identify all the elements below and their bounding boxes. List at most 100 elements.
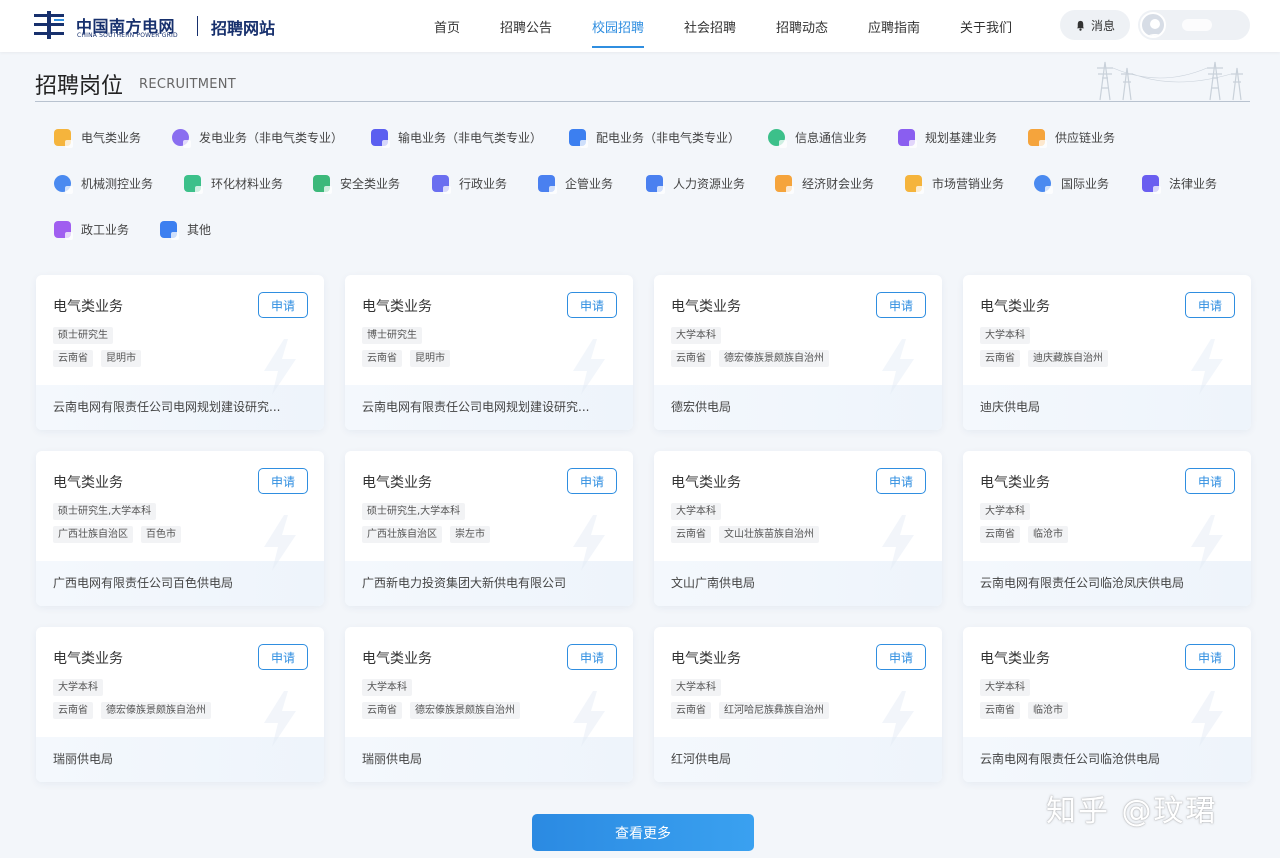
- nav-announcements[interactable]: 招聘公告: [500, 17, 552, 36]
- job-title: 电气类业务: [53, 299, 123, 315]
- category-finance[interactable]: 经济财会业务: [775, 172, 874, 194]
- legal-category-icon: [1142, 174, 1161, 194]
- province-tag: 云南省: [980, 350, 1020, 367]
- category-environment-materials[interactable]: 环化材料业务: [184, 172, 283, 194]
- political-work-category-icon: [54, 220, 73, 240]
- job-title: 电气类业务: [671, 651, 741, 667]
- username-redacted: [1182, 19, 1212, 31]
- job-card[interactable]: 电气类业务 申请 大学本科 云南省 临沧市 云南电网有限责任公司临沧凤庆供电局: [963, 451, 1251, 606]
- environment-category-icon: [184, 174, 203, 194]
- category-administration[interactable]: 行政业务: [432, 172, 507, 194]
- job-card[interactable]: 电气类业务 申请 硕士研究生 云南省 昆明市 云南电网有限责任公司电网规划建设研究...: [36, 275, 324, 430]
- job-title: 电气类业务: [980, 475, 1050, 491]
- nav-recruitment-news[interactable]: 招聘动态: [776, 17, 828, 36]
- category-planning-construction[interactable]: 规划基建业务: [898, 126, 997, 148]
- category-legal[interactable]: 法律业务: [1142, 172, 1217, 194]
- apply-button[interactable]: 申请: [258, 468, 308, 494]
- city-tag: 崇左市: [450, 526, 490, 543]
- title-divider: [35, 101, 1250, 102]
- category-safety[interactable]: 安全类业务: [313, 172, 400, 194]
- apply-button[interactable]: 申请: [258, 292, 308, 318]
- job-card[interactable]: 电气类业务 申请 大学本科 云南省 迪庆藏族自治州 迪庆供电局: [963, 275, 1251, 430]
- category-ict[interactable]: 信息通信业务: [768, 126, 867, 148]
- category-other[interactable]: 其他: [160, 218, 211, 240]
- job-title: 电气类业务: [671, 299, 741, 315]
- nav-campus-recruitment[interactable]: 校园招聘: [592, 17, 644, 36]
- category-label: 环化材料业务: [211, 176, 284, 191]
- active-nav-indicator: [592, 46, 644, 48]
- education-tag: 硕士研究生: [53, 327, 113, 344]
- organization-name: 云南电网有限责任公司电网规划建设研究...: [362, 400, 590, 414]
- power-generation-category-icon: [172, 128, 191, 148]
- lightning-bolt-icon: [567, 689, 611, 749]
- category-political-work[interactable]: 政工业务: [54, 218, 129, 240]
- apply-button[interactable]: 申请: [258, 644, 308, 670]
- nav-application-guide[interactable]: 应聘指南: [868, 17, 920, 36]
- apply-button[interactable]: 申请: [567, 292, 617, 318]
- marketing-category-icon: [905, 174, 924, 194]
- job-card[interactable]: 电气类业务 申请 大学本科 云南省 德宏傣族景颇族自治州 瑞丽供电局: [36, 627, 324, 782]
- csg-logo-icon[interactable]: [34, 11, 64, 39]
- organization-name: 迪庆供电局: [980, 400, 1041, 414]
- city-tag: 迪庆藏族自治州: [1028, 350, 1108, 367]
- category-power-generation[interactable]: 发电业务（非电气类专业）: [172, 126, 343, 148]
- apply-button[interactable]: 申请: [876, 468, 926, 494]
- organization-name: 云南电网有限责任公司临沧供电局: [980, 752, 1161, 766]
- category-marketing[interactable]: 市场营销业务: [905, 172, 1004, 194]
- watermark: 知乎 @玟珺: [1046, 794, 1218, 829]
- job-card[interactable]: 电气类业务 申请 硕士研究生,大学本科 广西壮族自治区 崇左市 广西新电力投资集团大新供电…: [345, 451, 633, 606]
- lightning-bolt-icon: [876, 689, 920, 749]
- category-label: 经济财会业务: [802, 176, 875, 191]
- category-international[interactable]: 国际业务: [1034, 172, 1109, 194]
- organization-name: 文山广南供电局: [671, 576, 756, 590]
- apply-button[interactable]: 申请: [876, 292, 926, 318]
- load-more-button[interactable]: 查看更多: [532, 814, 754, 851]
- category-electrical[interactable]: 电气类业务: [54, 126, 141, 148]
- nav-about-us[interactable]: 关于我们: [960, 17, 1012, 36]
- category-label: 政工业务: [81, 222, 130, 237]
- category-human-resources[interactable]: 人力资源业务: [646, 172, 745, 194]
- lightning-bolt-icon: [1185, 337, 1229, 397]
- apply-button[interactable]: 申请: [1185, 468, 1235, 494]
- top-header: 中国南方电网 CHINA SOUTHERN POWER GRID 招聘网站 首页…: [0, 0, 1280, 52]
- education-tag: 硕士研究生,大学本科: [53, 503, 157, 520]
- category-label: 供应链业务: [1055, 130, 1116, 145]
- category-supply-chain[interactable]: 供应链业务: [1028, 126, 1115, 148]
- job-card[interactable]: 电气类业务 申请 硕士研究生,大学本科 广西壮族自治区 百色市 广西电网有限责任公司百色供…: [36, 451, 324, 606]
- category-label: 机械测控业务: [81, 176, 154, 191]
- apply-button[interactable]: 申请: [567, 468, 617, 494]
- messages-button[interactable]: 消息: [1060, 10, 1130, 40]
- job-title: 电气类业务: [671, 475, 741, 491]
- apply-button[interactable]: 申请: [1185, 644, 1235, 670]
- category-enterprise-management[interactable]: 企管业务: [538, 172, 613, 194]
- category-label: 其他: [187, 222, 212, 237]
- job-card[interactable]: 电气类业务 申请 大学本科 云南省 德宏傣族景颇族自治州 德宏供电局: [654, 275, 942, 430]
- job-card[interactable]: 电气类业务 申请 大学本科 云南省 文山壮族苗族自治州 文山广南供电局: [654, 451, 942, 606]
- avatar[interactable]: [1140, 12, 1166, 38]
- education-tag: 大学本科: [53, 679, 103, 696]
- category-distribution[interactable]: 配电业务（非电气类专业）: [569, 126, 740, 148]
- category-mechanical[interactable]: 机械测控业务: [54, 172, 153, 194]
- province-tag: 云南省: [980, 526, 1020, 543]
- bell-icon: [1076, 20, 1085, 31]
- apply-button[interactable]: 申请: [567, 644, 617, 670]
- education-tag: 大学本科: [362, 679, 412, 696]
- nav-social-recruitment[interactable]: 社会招聘: [684, 17, 736, 36]
- apply-button[interactable]: 申请: [876, 644, 926, 670]
- category-transmission[interactable]: 输电业务（非电气类专业）: [371, 126, 542, 148]
- province-tag: 云南省: [53, 350, 93, 367]
- job-card[interactable]: 电气类业务 申请 大学本科 云南省 临沧市 云南电网有限责任公司临沧供电局: [963, 627, 1251, 782]
- province-tag: 广西壮族自治区: [362, 526, 442, 543]
- city-tag: 临沧市: [1028, 526, 1068, 543]
- job-card[interactable]: 电气类业务 申请 博士研究生 云南省 昆明市 云南电网有限责任公司电网规划建设研究...: [345, 275, 633, 430]
- job-card[interactable]: 电气类业务 申请 大学本科 云南省 红河哈尼族彝族自治州 红河供电局: [654, 627, 942, 782]
- job-title: 电气类业务: [362, 299, 432, 315]
- job-card[interactable]: 电气类业务 申请 大学本科 云南省 德宏傣族景颇族自治州 瑞丽供电局: [345, 627, 633, 782]
- education-tag: 硕士研究生,大学本科: [362, 503, 466, 520]
- apply-button[interactable]: 申请: [1185, 292, 1235, 318]
- organization-name: 广西新电力投资集团大新供电有限公司: [362, 576, 567, 590]
- site-name[interactable]: 招聘网站: [211, 15, 275, 39]
- nav-home[interactable]: 首页: [434, 17, 460, 36]
- administration-category-icon: [432, 174, 451, 194]
- city-tag: 昆明市: [101, 350, 141, 367]
